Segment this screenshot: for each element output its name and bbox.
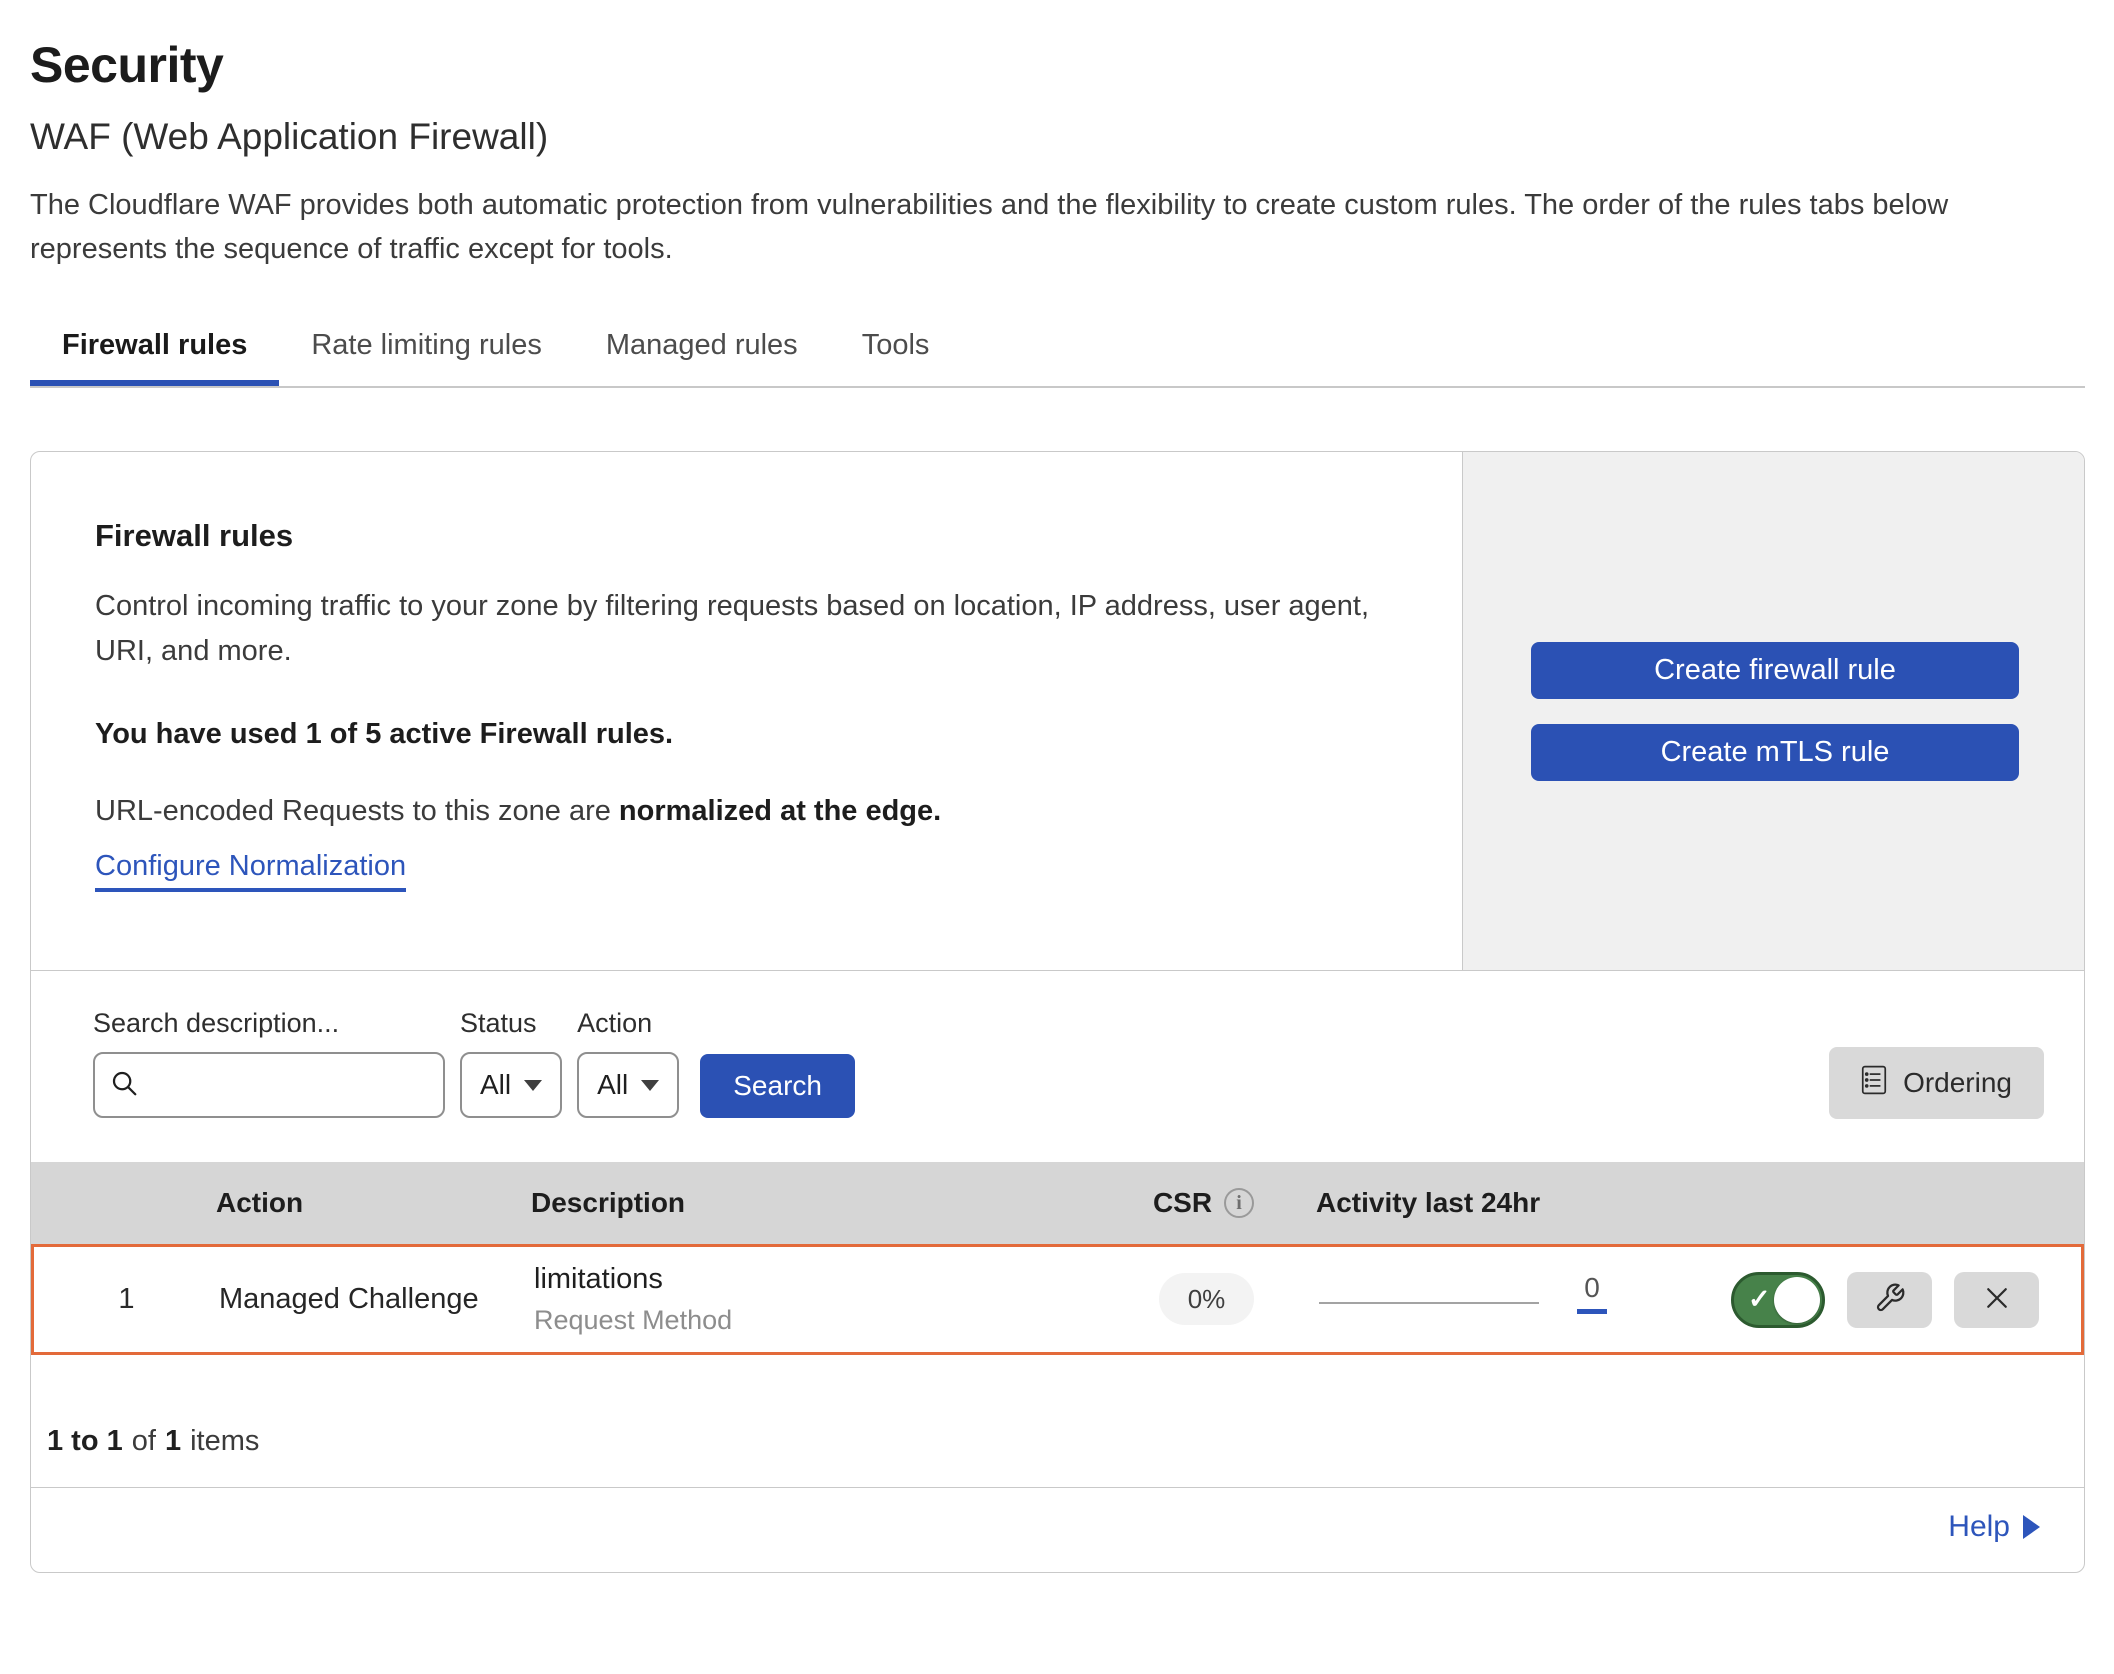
header-description: Description: [531, 1187, 1091, 1219]
overview-description: Control incoming traffic to your zone by…: [95, 584, 1402, 674]
page-title: Security: [30, 36, 2085, 94]
normalization-bold-text: normalized at the edge.: [619, 795, 941, 827]
search-label: Search description...: [93, 1008, 445, 1039]
rule-csr-cell: 0%: [1159, 1284, 1255, 1315]
tab-firewall-rules[interactable]: Firewall rules: [30, 315, 279, 386]
overview-text-block: Firewall rules Control incoming traffic …: [31, 452, 1462, 970]
create-mtls-rule-button[interactable]: Create mTLS rule: [1531, 724, 2019, 781]
page-subtitle: WAF (Web Application Firewall): [30, 116, 2085, 158]
rule-order: 1: [34, 1283, 219, 1316]
status-select[interactable]: All: [460, 1052, 562, 1118]
create-firewall-rule-button[interactable]: Create firewall rule: [1531, 642, 2019, 699]
activity-count: 0: [1584, 1272, 1600, 1304]
info-icon[interactable]: [1224, 1188, 1254, 1218]
waf-tabs: Firewall rules Rate limiting rules Manag…: [30, 315, 2085, 388]
action-select-value: All: [597, 1069, 628, 1101]
csr-badge: 0%: [1159, 1273, 1255, 1325]
header-action: Action: [216, 1187, 531, 1219]
toggle-knob: [1774, 1277, 1820, 1323]
pagination-range: 1 to 1: [47, 1425, 123, 1457]
pagination-status: 1 to 1 of 1 items: [31, 1355, 2084, 1487]
header-csr: CSR: [1153, 1187, 1254, 1219]
header-activity: Activity last 24hr: [1316, 1187, 1671, 1219]
status-label: Status: [460, 1008, 562, 1039]
rule-description-cell: limitations Request Method: [534, 1263, 1094, 1336]
action-label: Action: [577, 1008, 679, 1039]
ordering-button-label: Ordering: [1903, 1067, 2012, 1099]
search-icon: [109, 1068, 139, 1103]
header-csr-label: CSR: [1153, 1187, 1212, 1219]
help-link[interactable]: Help: [1948, 1510, 2040, 1544]
tab-managed-rules[interactable]: Managed rules: [574, 315, 830, 386]
edit-rule-button[interactable]: [1847, 1272, 1932, 1328]
rule-action: Managed Challenge: [219, 1283, 534, 1316]
activity-sparkline: [1319, 1302, 1539, 1304]
configure-normalization-link[interactable]: Configure Normalization: [95, 850, 406, 892]
arrow-right-icon: [2023, 1515, 2040, 1539]
wrench-icon: [1874, 1282, 1906, 1317]
action-group: Action All: [577, 1008, 679, 1118]
table-header-row: Action Description CSR Activity last 24h…: [31, 1162, 2084, 1244]
normalization-text: URL-encoded Requests to this zone are: [95, 795, 619, 827]
chevron-down-icon: [524, 1080, 542, 1091]
rule-description: limitations: [534, 1263, 1094, 1296]
search-input-box[interactable]: [93, 1052, 445, 1118]
activity-count-underline: [1577, 1309, 1607, 1314]
delete-rule-button[interactable]: [1954, 1272, 2039, 1328]
filter-section: Search description... Status All: [31, 971, 2084, 1162]
chevron-down-icon: [641, 1080, 659, 1091]
security-waf-page: Security WAF (Web Application Firewall) …: [0, 36, 2114, 1573]
ordering-button[interactable]: Ordering: [1829, 1047, 2044, 1119]
status-group: Status All: [460, 1008, 562, 1118]
pagination-of: of: [132, 1425, 156, 1457]
firewall-rules-overview-section: Firewall rules Control incoming traffic …: [31, 452, 2084, 971]
check-icon: [1748, 1283, 1771, 1314]
rule-description-sub: Request Method: [534, 1305, 1094, 1336]
search-group: Search description...: [93, 1008, 445, 1118]
rule-enabled-toggle[interactable]: [1731, 1272, 1825, 1328]
normalization-note: URL-encoded Requests to this zone are no…: [95, 795, 1402, 828]
table-row[interactable]: 1 Managed Challenge limitations Request …: [31, 1244, 2084, 1355]
pagination-items: items: [190, 1425, 259, 1457]
close-icon: [1982, 1283, 2012, 1316]
create-rule-actions-panel: Create firewall rule Create mTLS rule: [1462, 452, 2084, 970]
page-description: The Cloudflare WAF provides both automat…: [30, 184, 2085, 271]
overview-heading: Firewall rules: [95, 518, 1402, 554]
status-select-value: All: [480, 1069, 511, 1101]
activity-count-link[interactable]: 0: [1577, 1272, 1607, 1328]
firewall-rules-card: Firewall rules Control incoming traffic …: [30, 451, 2085, 1573]
card-footer: Help: [31, 1487, 2084, 1572]
tab-rate-limiting-rules[interactable]: Rate limiting rules: [279, 315, 573, 386]
tab-tools[interactable]: Tools: [830, 315, 962, 386]
rule-activity-cell: 0: [1319, 1272, 1674, 1328]
pagination-total: 1: [165, 1425, 181, 1457]
action-select[interactable]: All: [577, 1052, 679, 1118]
help-link-label: Help: [1948, 1510, 2010, 1544]
usage-note: You have used 1 of 5 active Firewall rul…: [95, 718, 1402, 751]
search-button[interactable]: Search: [700, 1054, 855, 1118]
search-input[interactable]: [149, 1069, 429, 1102]
ordering-list-icon: [1861, 1065, 1887, 1102]
rule-controls-cell: [1674, 1272, 2081, 1328]
